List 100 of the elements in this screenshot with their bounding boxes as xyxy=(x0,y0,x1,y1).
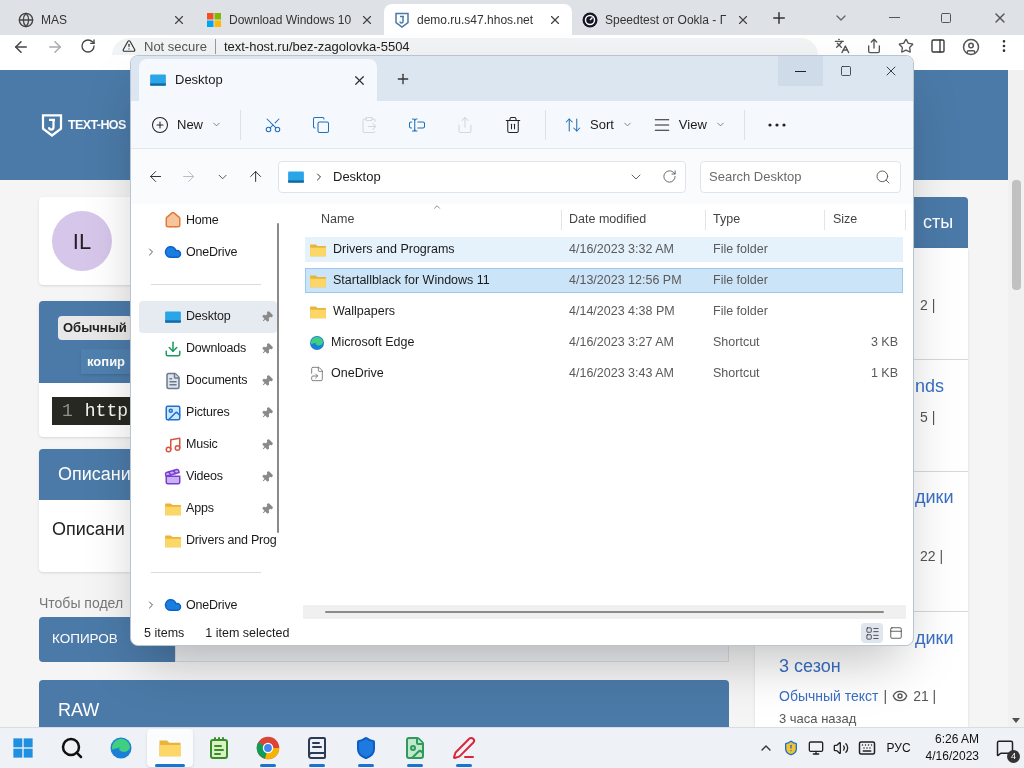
nav-item[interactable]: Desktop xyxy=(139,300,277,333)
clock[interactable]: 6:26 AM 4/16/2023 xyxy=(921,731,983,765)
reload-icon[interactable] xyxy=(80,38,96,54)
back-icon[interactable] xyxy=(12,38,30,56)
profile-icon[interactable] xyxy=(962,38,980,56)
gauge-icon xyxy=(582,11,598,28)
nav-item[interactable]: OneDrive xyxy=(139,236,277,268)
refresh-icon[interactable] xyxy=(662,169,677,184)
video-icon xyxy=(164,467,182,486)
running-indicator xyxy=(309,764,325,767)
post-title[interactable]: 3 сезон xyxy=(755,655,968,677)
keyboard-icon[interactable] xyxy=(857,739,876,757)
share-icon[interactable] xyxy=(866,38,882,54)
page-scrollbar[interactable] xyxy=(1008,70,1024,727)
shield-warning-icon[interactable] xyxy=(782,740,799,756)
language-indicator[interactable]: РУС xyxy=(884,739,913,757)
nav-item[interactable]: Videos xyxy=(139,460,277,493)
file-name: OneDrive xyxy=(331,365,384,383)
view-button[interactable]: View xyxy=(642,107,736,142)
scrollbar-thumb[interactable] xyxy=(1011,180,1021,290)
nav-item[interactable]: Music xyxy=(139,428,277,461)
browser-tab[interactable]: demo.ru.s47.hhos.net xyxy=(384,4,572,35)
restore-icon[interactable] xyxy=(940,11,952,24)
browser-tab[interactable]: MAS xyxy=(8,4,196,35)
column-header[interactable]: Size xyxy=(825,210,906,230)
search-field[interactable]: Search Desktop xyxy=(700,160,901,193)
share-hint: Чтобы подел xyxy=(39,594,124,613)
raw-button[interactable]: RAW xyxy=(39,680,729,727)
line-number: 1 xyxy=(62,399,73,423)
nav-item[interactable]: OneDrive xyxy=(139,589,277,621)
browser-tab[interactable]: Download Windows 10 xyxy=(196,4,384,35)
browser-icon xyxy=(256,736,280,760)
copy-button[interactable]: КОПИРОВ xyxy=(39,617,129,662)
file-name: Wallpapers xyxy=(333,303,396,321)
category-link[interactable]: Обычный текст xyxy=(779,685,879,707)
nav-item[interactable]: Drivers and Prog xyxy=(139,524,277,557)
file-row[interactable]: Wallpapers 4/14/2023 4:38 PM File folder xyxy=(305,299,903,324)
search-icon xyxy=(875,168,891,185)
file-row[interactable]: Drivers and Programs 4/16/2023 3:32 AM File folder xyxy=(305,237,903,262)
link-field[interactable] xyxy=(175,646,729,662)
file-type: File folder xyxy=(712,303,769,321)
view-toggle[interactable] xyxy=(861,623,883,643)
nav-item[interactable]: Downloads xyxy=(139,332,277,365)
running-indicator xyxy=(155,764,185,767)
nav-item[interactable]: Pictures xyxy=(139,396,277,429)
post-title[interactable]: дики xyxy=(915,627,954,649)
sidebar-title: сты xyxy=(923,211,954,234)
address-field[interactable]: Desktop xyxy=(278,160,686,193)
sort-button[interactable]: Sort xyxy=(554,107,643,142)
post-time: 3 часа назад xyxy=(778,711,858,726)
scroll-down-icon[interactable] xyxy=(1012,718,1020,723)
nav-item[interactable]: Documents xyxy=(139,364,277,397)
network-icon[interactable] xyxy=(807,740,824,756)
file-date: 4/16/2023 3:27 AM xyxy=(568,334,675,352)
column-header[interactable]: Date modified xyxy=(562,210,706,230)
nav-label: Music xyxy=(186,436,218,454)
new-tab-icon[interactable] xyxy=(395,71,411,87)
path-segment[interactable]: Desktop xyxy=(333,166,620,187)
copy-link-button[interactable]: копир xyxy=(81,348,132,374)
nav-label: Apps xyxy=(186,500,214,518)
bookmark-star-icon[interactable] xyxy=(898,38,914,54)
tab-title: Speedtest от Ookla - Г xyxy=(605,11,728,29)
file-type: File folder xyxy=(712,272,769,290)
post-title[interactable]: nds xyxy=(915,375,945,397)
file-row[interactable]: OneDrive 4/16/2023 3:43 AM Shortcut 1 KB xyxy=(305,361,903,386)
column-header[interactable]: Name xyxy=(305,210,562,230)
translate-icon[interactable] xyxy=(834,38,850,54)
file-row[interactable]: Microsoft Edge 4/16/2023 3:27 AM Shortcut 3 KB xyxy=(305,330,903,355)
separator-text: | xyxy=(883,686,888,706)
side-panel-icon[interactable] xyxy=(930,38,946,54)
file-size: 3 KB xyxy=(869,334,899,352)
nav-label: Downloads xyxy=(186,340,247,358)
nav-label: Home xyxy=(186,211,219,229)
nav-item[interactable]: Apps xyxy=(139,492,277,525)
nav-label: OneDrive xyxy=(186,596,238,614)
site-logo-text[interactable]: TEXT-HOS xyxy=(68,115,126,135)
nav-label: Drivers and Prog xyxy=(186,532,277,550)
notification-count: 4 xyxy=(1007,750,1020,763)
file-row[interactable]: Startallblack for Windows 11 4/13/2023 12:56 PM File folder xyxy=(305,268,903,293)
volume-icon[interactable] xyxy=(832,740,849,756)
new-button[interactable]: New xyxy=(141,107,232,142)
window-tab[interactable]: Desktop xyxy=(139,59,377,101)
post-meta: 5 | xyxy=(919,408,937,427)
search-icon xyxy=(60,736,84,760)
home-icon xyxy=(164,211,182,229)
nav-label: Documents xyxy=(186,372,248,390)
music-icon xyxy=(164,435,182,454)
new-tab-icon[interactable] xyxy=(770,9,788,27)
file-type: Shortcut xyxy=(712,334,761,352)
download-icon xyxy=(164,339,182,358)
post-title[interactable]: дики xyxy=(915,486,954,508)
nav-scrollbar-thumb[interactable] xyxy=(277,223,279,533)
horizontal-scrollbar-thumb[interactable] xyxy=(325,611,884,613)
notification-button[interactable]: 4 xyxy=(992,735,1018,761)
address-field[interactable]: Not secure text-host.ru/bez-zagolovka-5504 xyxy=(112,38,818,55)
warning-icon xyxy=(122,39,136,53)
browser-tab[interactable]: Speedtest от Ookla - Г xyxy=(572,4,760,35)
nav-item[interactable]: Home xyxy=(139,204,277,236)
item-count: 5 items xyxy=(144,624,185,642)
column-header[interactable]: Type xyxy=(706,210,825,230)
